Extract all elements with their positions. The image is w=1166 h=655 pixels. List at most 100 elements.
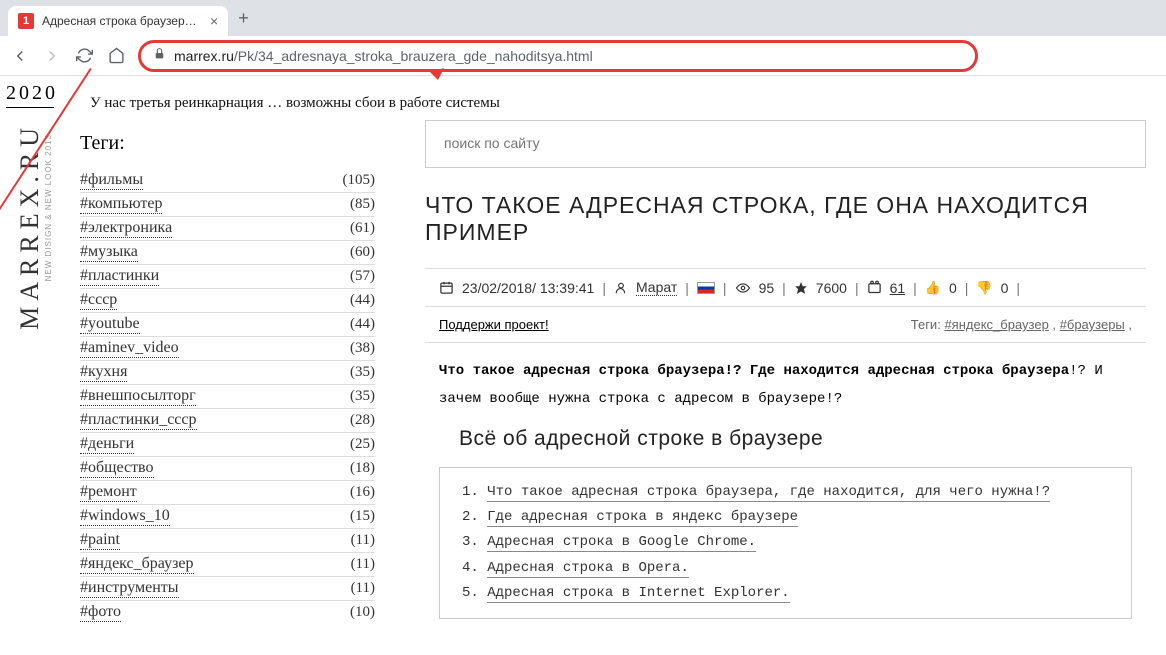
page-content: 2020 MARREX.RU NEW DISIGN & NEW LOOK 201… [0, 76, 1166, 624]
search-box [425, 120, 1146, 168]
reload-button[interactable] [74, 46, 94, 66]
thumb-up-icon[interactable] [925, 279, 941, 296]
user-icon [614, 281, 628, 295]
toc-link[interactable]: Что такое адресная строка браузера, где … [487, 484, 1050, 502]
tag-link[interactable]: #компьютер [80, 195, 162, 214]
toc-link[interactable]: Адресная строка в Google Chrome. [487, 534, 756, 552]
article-tag-1[interactable]: #браузеры [1060, 317, 1125, 332]
tag-item: #paint (11) [80, 528, 375, 552]
favicon: 1 [18, 13, 34, 29]
tag-count: (10) [350, 604, 375, 621]
tag-count: (18) [350, 460, 375, 477]
tag-link[interactable]: #деньги [80, 435, 134, 454]
tag-count: (15) [350, 508, 375, 525]
tag-item: #деньги (25) [80, 432, 375, 456]
tag-count: (11) [351, 532, 375, 549]
tag-item: #ремонт (16) [80, 480, 375, 504]
tag-link[interactable]: #фильмы [80, 171, 143, 190]
video-icon [867, 280, 882, 295]
thumb-down-icon[interactable] [976, 279, 992, 296]
tag-item: #яндекс_браузер (11) [80, 552, 375, 576]
tag-count: (25) [350, 436, 375, 453]
brand-subtitle: NEW DISIGN & NEW LOOK 2013 [44, 134, 53, 281]
brand-column: 2020 MARREX.RU NEW DISIGN & NEW LOOK 201… [0, 80, 60, 624]
tag-count: (38) [350, 340, 375, 357]
tag-count: (105) [343, 172, 376, 189]
tag-count: (44) [350, 292, 375, 309]
article-tag-0[interactable]: #яндекс_браузер [944, 317, 1048, 332]
back-button[interactable] [10, 46, 30, 66]
tag-link[interactable]: #кухня [80, 363, 127, 382]
tag-item: #электроника(61) [80, 216, 375, 240]
meta-author[interactable]: Марат [636, 279, 677, 296]
home-button[interactable] [106, 46, 126, 66]
nav-row: marrex.ru/Pk/34_adresnaya_stroka_brauzer… [0, 36, 1166, 76]
tag-count: (35) [350, 364, 375, 381]
tag-count: (11) [351, 556, 375, 573]
tag-item: #пластинки (57) [80, 264, 375, 288]
tag-count: (57) [350, 268, 375, 285]
calendar-icon [439, 280, 454, 295]
tag-item: #внешпосылторг(35) [80, 384, 375, 408]
toc-item: Адресная строка в Google Chrome. [462, 530, 1115, 555]
page-title: ЧТО ТАКОЕ АДРЕСНАЯ СТРОКА, ГДЕ ОНА НАХОД… [425, 192, 1146, 246]
tag-item: #youtube (44) [80, 312, 375, 336]
tags-column: У нас третья реинкарнация … возможны сбо… [60, 80, 395, 624]
tag-count: (85) [350, 196, 375, 213]
tag-link[interactable]: #ремонт [80, 483, 137, 502]
brand-year: 2020 [6, 80, 54, 108]
tag-list: #фильмы(105)#компьютер(85)#электроника(6… [80, 169, 375, 624]
address-bar[interactable]: marrex.ru/Pk/34_adresnaya_stroka_brauzer… [138, 40, 978, 72]
intro-text: Что такое адресная строка браузера!? Где… [425, 343, 1146, 413]
tag-link[interactable]: #электроника [80, 219, 172, 238]
toc-link[interactable]: Адресная строка в Opera. [487, 560, 689, 578]
tag-count: (60) [350, 244, 375, 261]
tag-item: #ссср (44) [80, 288, 375, 312]
meta-date: 23/02/2018/ 13:39:41 [462, 280, 594, 296]
subtitle: Всё об адресной строке в браузере [425, 413, 1146, 465]
support-link[interactable]: Поддержи проект! [439, 317, 549, 332]
tag-item: #инструменты (11) [80, 576, 375, 600]
tag-link[interactable]: #инструменты [80, 579, 179, 598]
browser-tab[interactable]: 1 Адресная строка браузера где × [8, 6, 228, 36]
tag-link[interactable]: #youtube [80, 315, 140, 334]
tag-link[interactable]: #фото [80, 603, 121, 622]
meta-up: 0 [949, 280, 957, 296]
tag-link[interactable]: #яндекс_браузер [80, 555, 194, 574]
tag-link[interactable]: #музыка [80, 243, 138, 262]
close-icon[interactable]: × [210, 13, 218, 29]
toc-list: Что такое адресная строка браузера, где … [456, 480, 1115, 606]
meta-row: 23/02/2018/ 13:39:41 | Марат | | 95 | 76… [425, 268, 1146, 307]
tag-count: (11) [351, 580, 375, 597]
tag-item: #музыка (60) [80, 240, 375, 264]
meta-video[interactable]: 61 [890, 280, 906, 296]
tag-link[interactable]: #ссср [80, 291, 117, 310]
url-text: marrex.ru/Pk/34_adresnaya_stroka_brauzer… [174, 48, 593, 64]
tag-count: (44) [350, 316, 375, 333]
lock-icon [153, 47, 166, 65]
toc-item: Что такое адресная строка браузера, где … [462, 480, 1115, 505]
tags-title: Теги: [80, 132, 375, 155]
tag-item: #общество (18) [80, 456, 375, 480]
forward-button[interactable] [42, 46, 62, 66]
new-tab-button[interactable]: + [228, 8, 259, 29]
tag-link[interactable]: #пластинки_ссср [80, 411, 197, 430]
meta-views: 95 [759, 280, 775, 296]
tag-link[interactable]: #aminev_video [80, 339, 179, 358]
star-icon [794, 281, 808, 295]
toc-item: Адресная строка в Opera. [462, 556, 1115, 581]
tag-item: #windows_10 (15) [80, 504, 375, 528]
tag-count: (16) [350, 484, 375, 501]
tab-title: Адресная строка браузера где [42, 14, 202, 28]
eye-icon [735, 281, 751, 295]
toc-link[interactable]: Адресная строка в Internet Explorer. [487, 585, 789, 603]
toc-link[interactable]: Где адресная строка в яндекс браузере [487, 509, 798, 527]
tag-link[interactable]: #windows_10 [80, 507, 170, 526]
search-input[interactable] [444, 135, 1127, 151]
sidebar: 2020 MARREX.RU NEW DISIGN & NEW LOOK 201… [0, 80, 395, 624]
tag-link[interactable]: #внешпосылторг [80, 387, 196, 406]
tag-link[interactable]: #paint [80, 531, 120, 550]
tag-link[interactable]: #пластинки [80, 267, 159, 286]
article-tags: Теги: #яндекс_браузер , #браузеры , [911, 317, 1132, 332]
tag-link[interactable]: #общество [80, 459, 154, 478]
